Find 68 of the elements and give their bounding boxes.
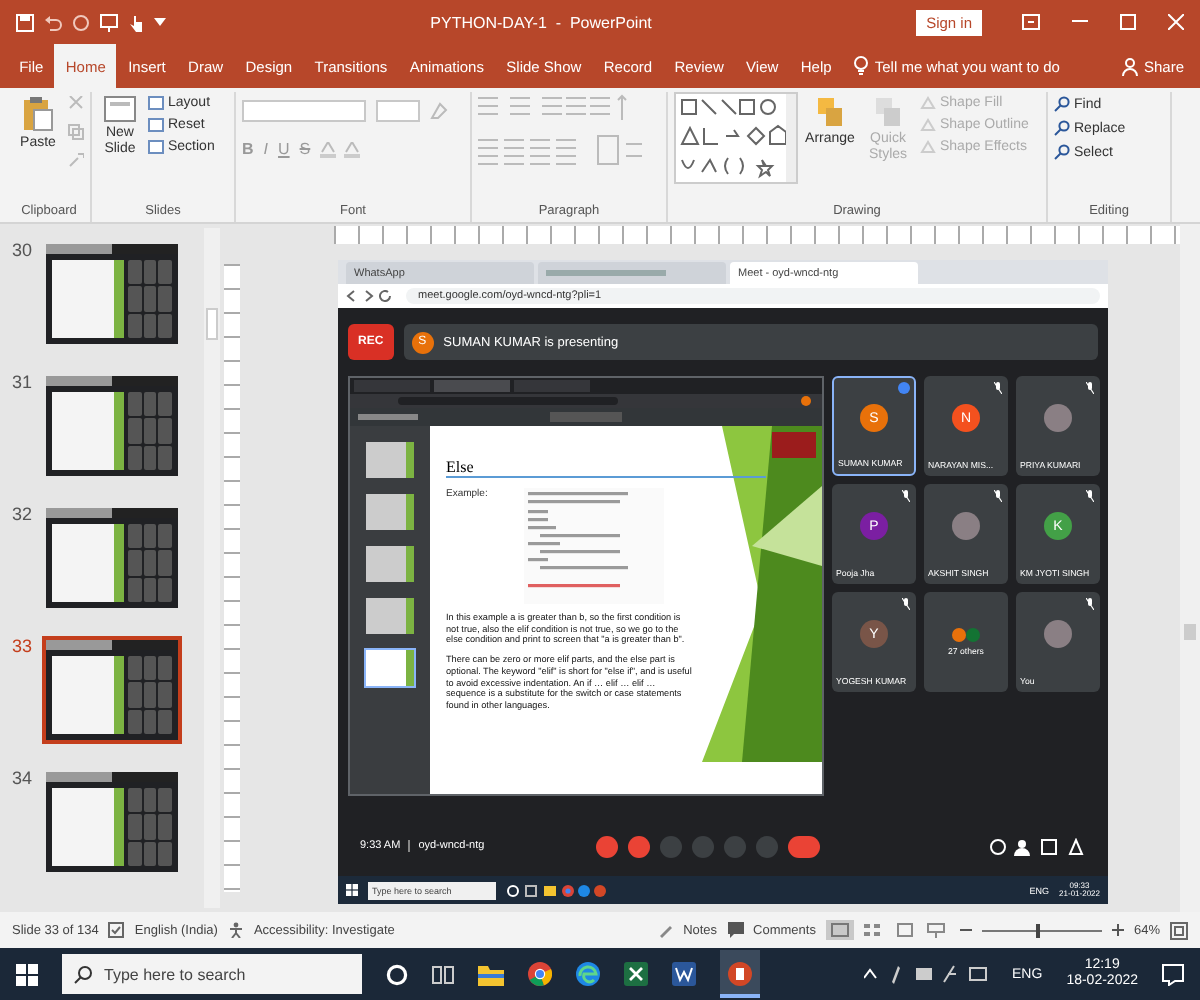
zoom-out-icon[interactable]	[959, 924, 972, 936]
nav-arrows-icon[interactable]	[346, 290, 394, 302]
search-icon	[1054, 96, 1070, 112]
word-icon[interactable]	[672, 962, 696, 986]
shapes-icon	[816, 96, 844, 128]
avatar-placeholder	[1044, 620, 1072, 648]
restore-icon[interactable]	[1120, 14, 1136, 30]
slide-number: 30	[12, 240, 34, 264]
search-icon	[1054, 120, 1070, 136]
notes-icon[interactable]	[657, 922, 674, 938]
taskbar-apps-drawing[interactable]	[506, 883, 606, 897]
slide-number: 34	[12, 768, 34, 792]
comments-icon[interactable]	[727, 922, 744, 938]
windows-icon[interactable]	[346, 884, 358, 896]
windows-icon[interactable]	[16, 963, 38, 985]
slide-number: 31	[12, 372, 34, 396]
font-size-field[interactable]	[376, 100, 420, 122]
slide-icon	[104, 96, 136, 122]
accessibility-icon[interactable]	[227, 922, 244, 938]
zoom-slider-thumb[interactable]	[1035, 923, 1040, 937]
minimize-icon[interactable]	[1072, 20, 1088, 24]
camera-off-button[interactable]	[627, 835, 650, 857]
chrome-icon[interactable]	[528, 962, 552, 986]
lightbulb-icon	[854, 56, 869, 76]
shapes-gallery[interactable]	[674, 92, 798, 184]
scrollbar[interactable]	[1180, 224, 1200, 912]
avatar-placeholder	[1044, 404, 1072, 432]
person-icon	[1121, 57, 1138, 75]
pin-icon[interactable]	[898, 382, 910, 394]
edge-icon[interactable]	[576, 962, 600, 986]
folder-icon[interactable]	[478, 963, 504, 985]
cortana-icon[interactable]	[386, 963, 408, 985]
group-avatars-icon	[952, 628, 980, 642]
slide-title: Else	[446, 442, 766, 478]
presentation-icon[interactable]	[100, 13, 118, 31]
save-icon[interactable]	[16, 13, 34, 31]
spell-check-icon[interactable]	[108, 922, 125, 938]
touch-icon[interactable]	[128, 13, 144, 31]
task-view-icon[interactable]	[432, 963, 454, 985]
excel-icon[interactable]	[624, 962, 648, 986]
slide-number: 33	[12, 636, 34, 660]
zoom-in-icon[interactable]	[1111, 924, 1124, 936]
shapes-icon	[874, 96, 902, 128]
powerpoint-icon	[728, 962, 752, 986]
powerpoint-taskbar-button[interactable]	[720, 950, 760, 998]
view-buttons-drawing[interactable]	[825, 920, 950, 940]
avatar-placeholder	[952, 512, 980, 540]
close-icon[interactable]	[1168, 14, 1184, 30]
end-call-button[interactable]	[787, 835, 820, 857]
notifications-icon[interactable]	[1162, 963, 1184, 985]
window-title: PYTHON-DAY-1 - PowerPoint	[428, 13, 654, 31]
search-icon	[1054, 144, 1070, 160]
ribbon-display-icon[interactable]	[1022, 14, 1040, 30]
undo-icon[interactable]	[44, 13, 62, 31]
logo-icon	[772, 432, 816, 458]
scrollbar[interactable]	[204, 228, 220, 908]
mic-off-button[interactable]	[595, 835, 618, 857]
search-placeholder: Type here to search	[104, 965, 246, 983]
search-icon	[74, 965, 92, 983]
fit-slide-icon[interactable]	[1170, 921, 1188, 939]
meeting-tools-drawing[interactable]	[990, 837, 1086, 855]
tray-icons-drawing[interactable]	[864, 964, 989, 984]
font-name-field[interactable]	[242, 100, 366, 122]
slide-thumbnail[interactable]	[42, 636, 182, 744]
clipboard-icon	[22, 96, 54, 132]
caret-icon[interactable]	[154, 18, 166, 26]
search-field[interactable]: Type here to search	[62, 954, 362, 994]
slide-number: 32	[12, 504, 34, 528]
